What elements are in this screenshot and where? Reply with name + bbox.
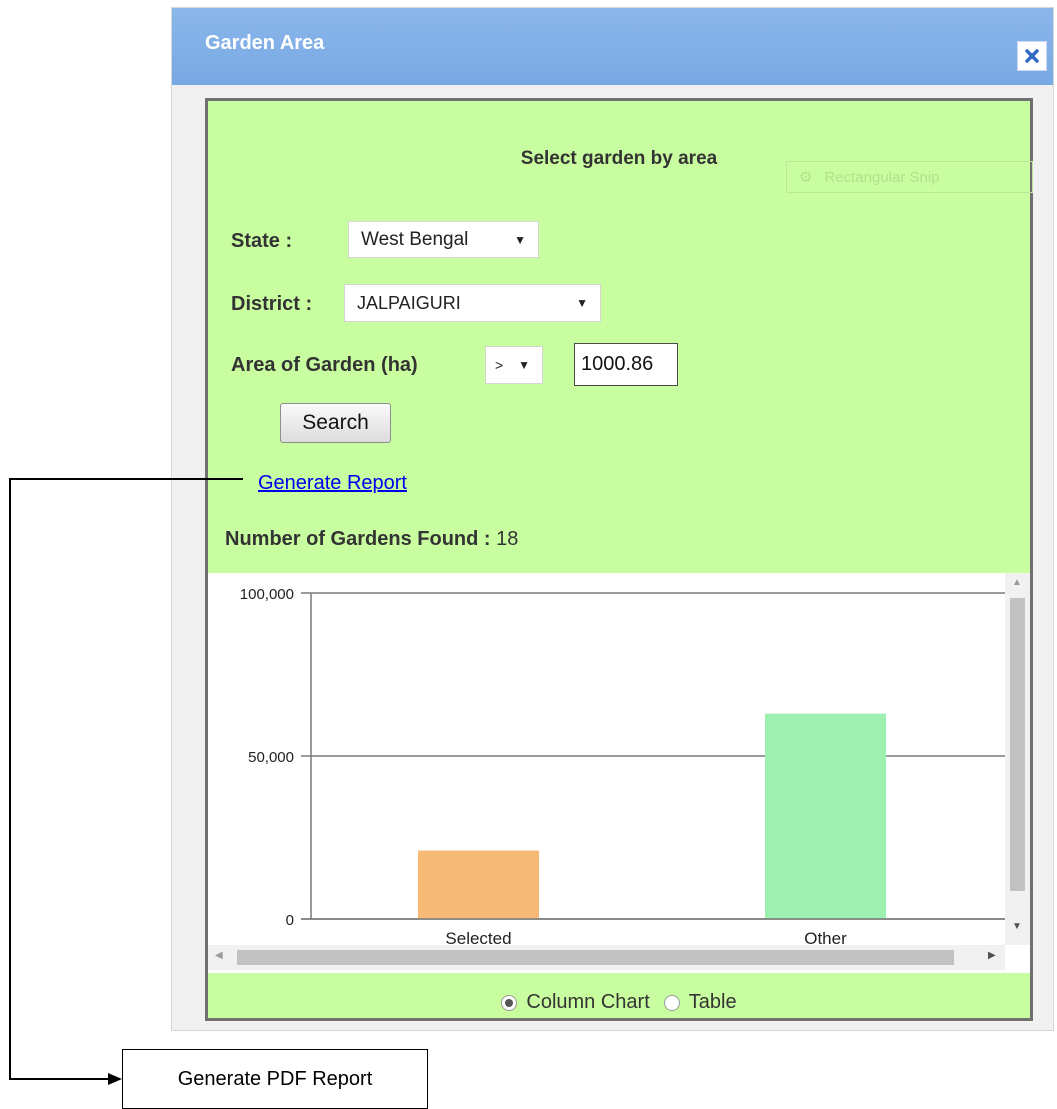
- arrow-head-icon: [108, 1073, 122, 1085]
- annotation-box: Generate PDF Report: [122, 1049, 428, 1109]
- annotation-label: Generate PDF Report: [177, 1067, 373, 1090]
- connector-line: [9, 478, 243, 1080]
- annotation-connector: [9, 478, 243, 1085]
